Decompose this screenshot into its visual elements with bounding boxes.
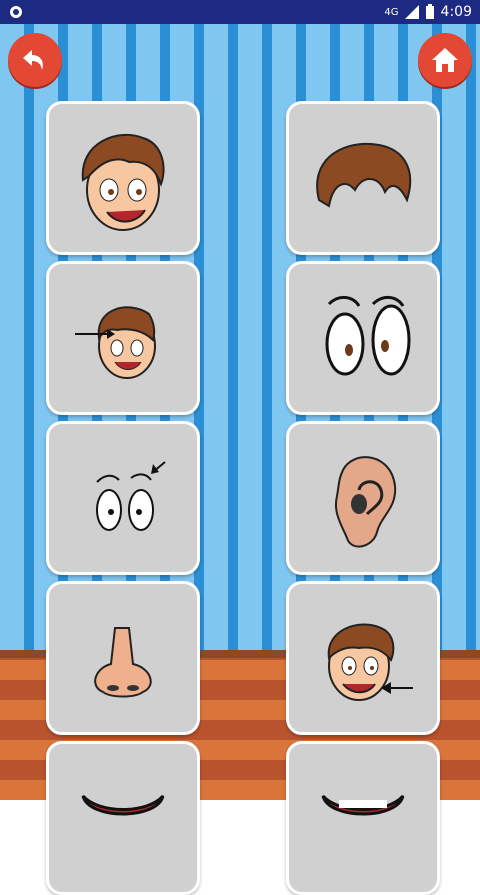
eyes-icon	[325, 296, 411, 376]
card-ear[interactable]	[286, 421, 440, 575]
cheek-pointer-icon	[327, 623, 413, 701]
back-button[interactable]	[8, 33, 62, 87]
card-teeth[interactable]	[286, 741, 440, 895]
hair-icon	[316, 142, 412, 208]
mouth-icon	[81, 794, 165, 816]
eyes-pointer-icon	[96, 461, 166, 531]
card-eye-pointer[interactable]	[46, 421, 200, 575]
boy-face-icon	[81, 133, 165, 231]
ear-icon	[335, 456, 397, 548]
home-icon	[432, 48, 458, 72]
eyebrow-pointer-icon	[75, 306, 156, 379]
battery-icon	[425, 4, 434, 19]
card-eyes[interactable]	[286, 261, 440, 415]
network-type: 4G	[384, 6, 399, 18]
card-eyebrows[interactable]	[46, 261, 200, 415]
mouth-icon	[321, 794, 405, 816]
card-hair[interactable]	[286, 101, 440, 255]
card-mouth[interactable]	[46, 741, 200, 895]
nose-icon	[94, 627, 152, 698]
card-face[interactable]	[46, 101, 200, 255]
notification-icon	[10, 6, 22, 18]
status-bar: 4G 4:09	[0, 0, 480, 24]
signal-icon	[404, 5, 419, 19]
home-button[interactable]	[418, 33, 472, 87]
clock: 4:09	[440, 4, 472, 20]
back-arrow-icon	[23, 50, 43, 70]
card-nose[interactable]	[46, 581, 200, 735]
card-cheek[interactable]	[286, 581, 440, 735]
